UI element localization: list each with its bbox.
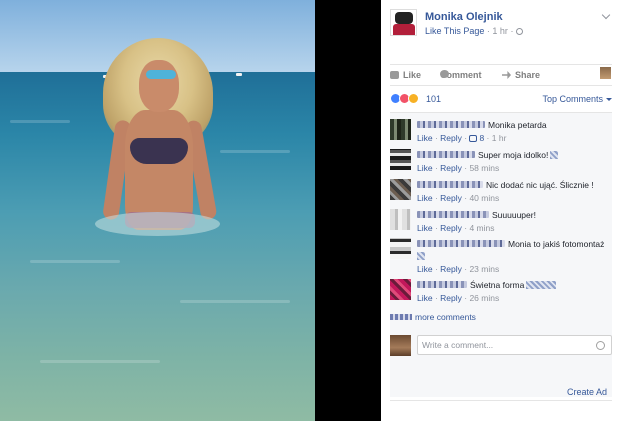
action-bar: Like Comment Share [390,64,612,86]
comment-text: Nic dodać nic ująć. Ślicznie ! [486,180,594,190]
like-page-link[interactable]: Like This Page [425,26,484,36]
comment-reply-link[interactable]: Reply [440,193,462,203]
comment-time[interactable]: 40 mins [469,193,499,203]
comment-time[interactable]: 58 mins [469,163,499,173]
comment-button[interactable]: Comment [440,70,482,80]
comment-time[interactable]: 1 hr [492,133,507,143]
ripple [40,360,160,363]
comment-text: Super moja idolko! [478,150,549,160]
post-meta: Like This Page · 1 hr · [425,26,523,36]
comment-icon [440,70,449,78]
share-icon [502,71,511,79]
create-ad-link[interactable]: Create Ad [567,387,607,397]
globe-icon [515,28,523,35]
like-icon [390,71,399,79]
more-comments-icon [390,314,412,320]
commenter-avatar[interactable] [390,119,411,140]
page-name-link[interactable]: Monika Olejnik [425,11,503,23]
comment-time[interactable]: 23 mins [469,264,499,274]
ripple [30,260,120,263]
photo-viewer-backdrop [315,0,381,421]
commenter-name[interactable] [417,121,485,128]
commenter-avatar[interactable] [390,149,411,170]
share-button[interactable]: Share [502,70,540,80]
commenter-name[interactable] [417,240,505,247]
comment-reply-link[interactable]: Reply [440,133,462,143]
post-photo[interactable] [0,0,315,421]
comment-like-link[interactable]: Like [417,163,433,173]
boat-shape [236,73,242,76]
comment-like-link[interactable]: Like [417,293,433,303]
commenter-name[interactable] [417,151,475,158]
comment-like-link[interactable]: Like [417,223,433,233]
write-comment-row [390,333,612,357]
smiley-icon[interactable] [596,341,605,350]
comment-text: Monika petarda [488,120,547,130]
emoji-icon [526,281,557,289]
chevron-down-icon[interactable] [601,10,611,20]
commenter-name[interactable] [417,281,467,288]
comment-reply-link[interactable]: Reply [440,163,462,173]
emoji-icon [417,252,425,260]
divider [390,400,612,401]
commenter-avatar[interactable] [390,209,411,230]
post-time[interactable]: 1 hr [492,26,508,36]
comment-text: Świetna forma [470,280,525,290]
comments-section: Monika petarda Like · Reply · 8 · 1 hr S… [390,112,612,397]
reactions-row: 101 Top Comments [390,93,612,107]
face-shape [139,60,179,112]
comment-time[interactable]: 4 mins [469,223,494,233]
comment-like-link[interactable]: Like [417,193,433,203]
sunglasses-shape [146,70,176,79]
commenter-avatar[interactable] [390,179,411,200]
comment-like-link[interactable]: Like [417,264,433,274]
my-avatar [390,335,411,356]
comment-like-link[interactable]: Like [417,133,433,143]
more-comments-link[interactable]: more comments [390,312,476,322]
ripple [10,120,70,123]
viewer-avatar[interactable] [600,67,611,79]
commenter-name[interactable] [417,211,489,218]
top-comments-dropdown[interactable]: Top Comments [542,94,612,104]
water-splash [95,212,220,236]
comment-text: Monia to jakiś fotomontaż [508,239,605,249]
commenter-avatar[interactable] [390,238,411,259]
comment-reply-link[interactable]: Reply [440,223,462,233]
like-count-icon [469,135,478,142]
bikini-shape [130,138,188,164]
comment-reply-link[interactable]: Reply [440,293,462,303]
comment-like-count[interactable]: 8 [479,133,484,143]
like-button[interactable]: Like [390,70,421,80]
commenter-avatar[interactable] [390,279,411,300]
comment-time[interactable]: 26 mins [469,293,499,303]
emoji-icon [550,151,559,159]
write-comment-input[interactable] [418,336,588,354]
commenter-name[interactable] [417,181,483,188]
comment-reply-link[interactable]: Reply [440,264,462,274]
person-figure [95,34,220,236]
wow-reaction-icon[interactable] [408,93,419,104]
caret-down-icon [606,98,612,101]
ripple [220,150,290,153]
reaction-count[interactable]: 101 [426,94,441,104]
post-panel: Monika Olejnik Like This Page · 1 hr · L… [381,0,620,421]
page-avatar[interactable] [390,9,417,36]
comment-text: Suuuuuper! [492,210,536,220]
ripple [180,300,290,303]
